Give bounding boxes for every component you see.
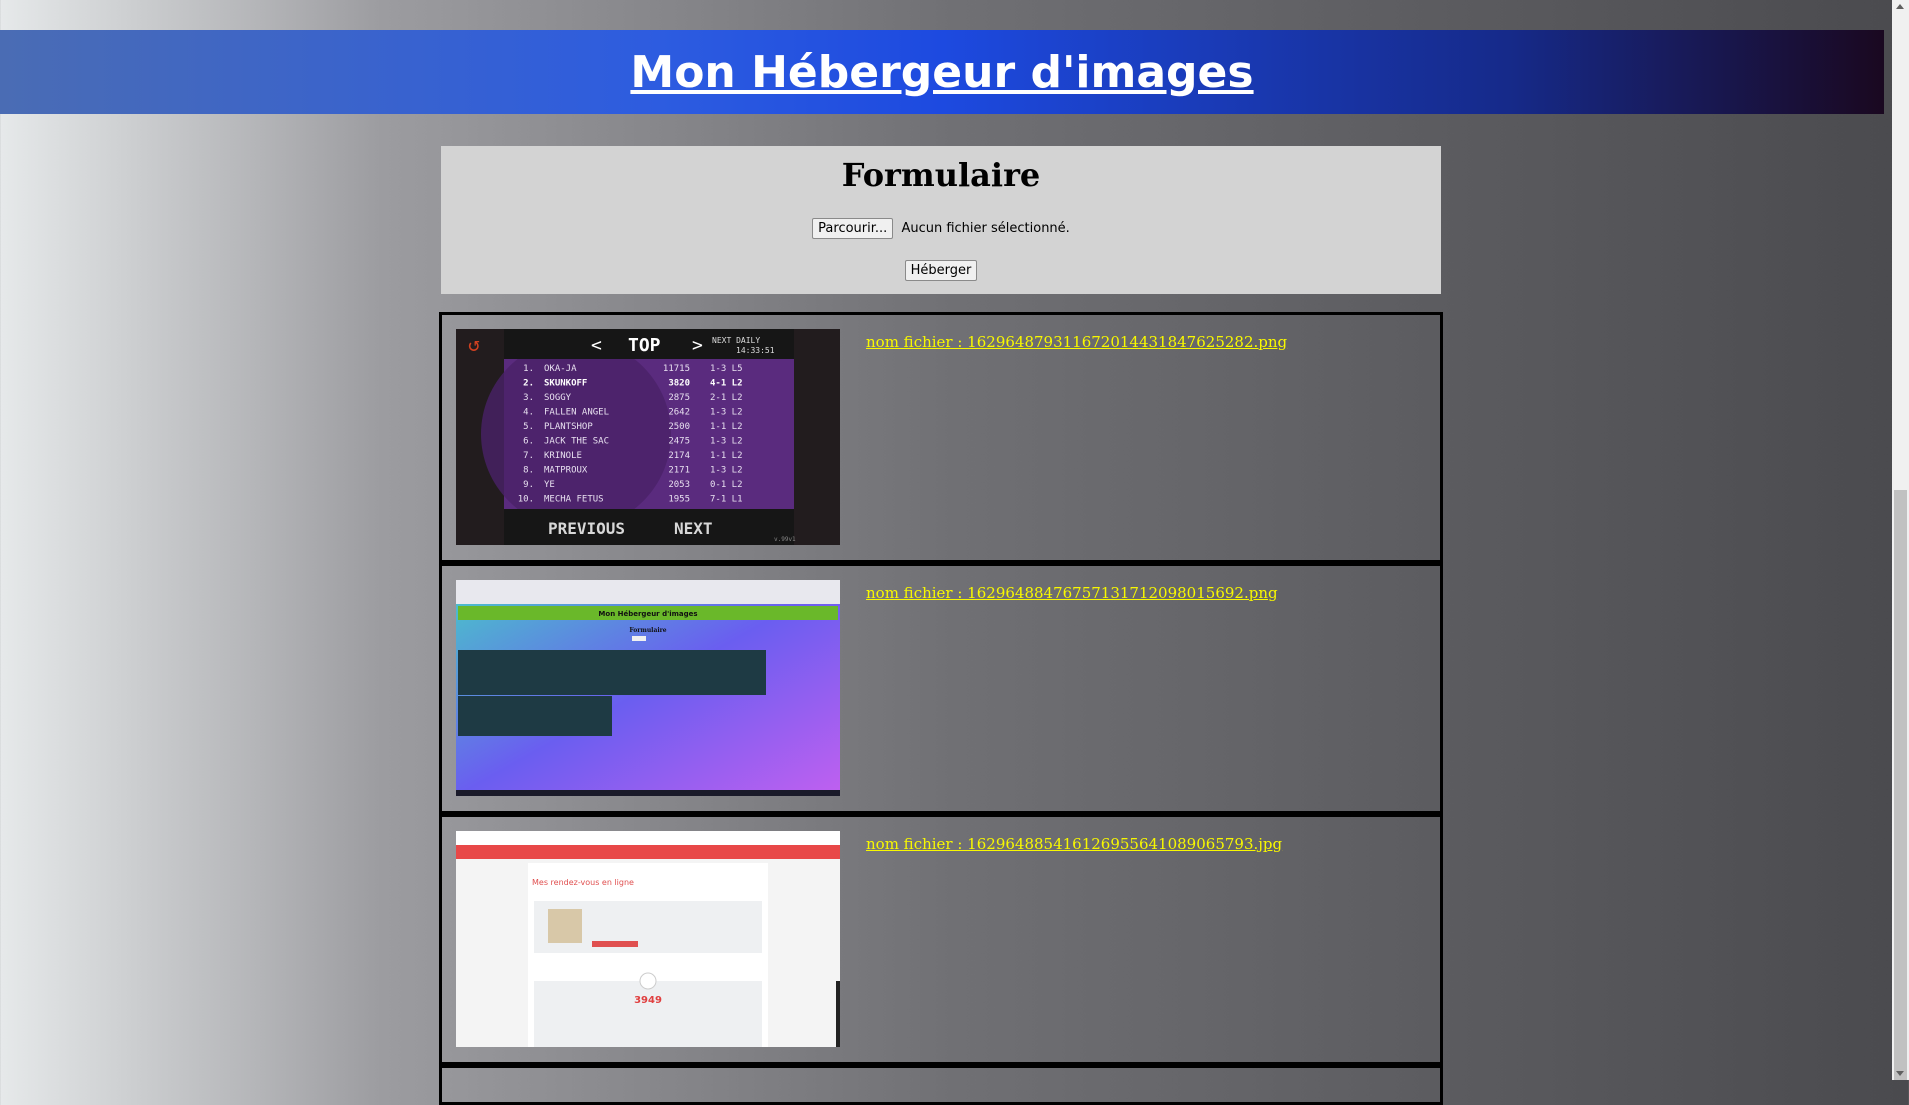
leaderboard-cell: 1955 [668,495,690,505]
back-arrow-icon: ↺ [468,332,480,356]
leaderboard-cell: 4-1 L2 [710,379,743,389]
leaderboard-cell: MATPROUX [544,466,588,476]
svg-text:>: > [692,335,703,356]
site-header: Mon Hébergeur d'images [0,30,1884,114]
site-title-link[interactable]: Mon Hébergeur d'images [630,47,1253,98]
leaderboard-cell: 2. [523,379,534,389]
thumbnail-appointment-page: Mes rendez-vous en ligne 3949 [456,831,840,1047]
leaderboard-cell: 10. [518,495,534,505]
image-entry: Mes rendez-vous en ligne 3949 nom fichie… [439,814,1443,1065]
image-entry: Mon Hébergeur d'images Formulaire nom fi… [439,563,1443,814]
leaderboard-cell: 2875 [668,393,690,403]
host-button[interactable]: Héberger [904,260,978,281]
scrollbar-thumb[interactable] [1894,490,1907,1080]
svg-text:TOP: TOP [628,335,661,356]
filename-link[interactable]: nom fichier : 16296488476757131712098015… [866,584,1278,602]
vertical-scrollbar[interactable] [1892,0,1909,1080]
image-list: ↺ < TOP > NEXT DAILY 14:33:51 1. OKA-JA 11… [439,312,1443,1105]
leaderboard-cell: SKUNKOFF [544,379,587,389]
leaderboard-cell: 1-1 L2 [710,451,743,461]
filename-link[interactable]: nom fichier : 16296487931167201443184762… [866,333,1287,351]
svg-text:Mes rendez-vous en ligne: Mes rendez-vous en ligne [532,878,634,887]
leaderboard-cell: 3. [523,393,534,403]
leaderboard-cell: 2475 [668,437,690,447]
svg-text:Formulaire: Formulaire [629,627,666,634]
leaderboard-cell: OKA-JA [544,364,577,374]
leaderboard-cell: FALLEN ANGEL [544,408,609,418]
thumbnail-game-leaderboard: ↺ < TOP > NEXT DAILY 14:33:51 1. OKA-JA 11… [456,329,840,545]
image-entry: ↺ < TOP > NEXT DAILY 14:33:51 1. OKA-JA 11… [439,312,1443,563]
svg-text:Mon Hébergeur d'images: Mon Hébergeur d'images [598,610,697,618]
leaderboard-cell: JACK THE SAC [544,437,609,447]
svg-text:3949: 3949 [634,995,662,1006]
svg-text:PREVIOUS: PREVIOUS [548,519,625,538]
leaderboard-cell: 1-1 L2 [710,422,743,432]
leaderboard-cell: 2642 [668,408,690,418]
leaderboard-cell: 8. [523,466,534,476]
leaderboard-cell: 7. [523,451,534,461]
leaderboard-cell: 4. [523,408,534,418]
leaderboard-cell: 2171 [668,466,690,476]
leaderboard-cell: 1-3 L5 [710,364,743,374]
leaderboard-cell: 9. [523,480,534,490]
leaderboard-cell: 2-1 L2 [710,393,743,403]
leaderboard-cell: 2174 [668,451,690,461]
leaderboard-cell: 0-1 L2 [710,480,743,490]
scroll-up-icon[interactable] [1896,4,1904,9]
scroll-down-icon[interactable] [1896,1071,1904,1076]
leaderboard-cell: 1-3 L2 [710,437,743,447]
submit-row: Héberger [441,259,1441,281]
image-entry [439,1065,1443,1105]
leaderboard-cell: 1. [523,364,534,374]
leaderboard-cell: 2500 [668,422,690,432]
image-thumbnail[interactable]: Mes rendez-vous en ligne 3949 [456,831,840,1047]
leaderboard-cell: 3820 [668,379,690,389]
form-title: Formulaire [841,156,1041,194]
leaderboard-cell: 5. [523,422,534,432]
thumbnail-site-screenshot: Mon Hébergeur d'images Formulaire [456,580,840,796]
leaderboard-cell: 1-3 L2 [710,466,743,476]
svg-text:14:33:51: 14:33:51 [736,346,775,355]
filename-link[interactable]: nom fichier : 16296488541612695564108906… [866,835,1282,853]
leaderboard-cell: PLANTSHOP [544,422,593,432]
leaderboard-cell: 2053 [668,480,690,490]
browse-button[interactable]: Parcourir... [812,218,894,239]
svg-text:NEXT: NEXT [674,519,713,538]
leaderboard-cell: KRINOLE [544,451,582,461]
upload-form: Formulaire Parcourir... Aucun fichier sé… [441,146,1441,294]
image-thumbnail[interactable]: ↺ < TOP > NEXT DAILY 14:33:51 1. OKA-JA 11… [456,329,840,545]
leaderboard-cell: 11715 [663,364,690,374]
leaderboard-cell: SOGGY [544,393,572,403]
svg-text:v.99v1: v.99v1 [774,536,796,543]
file-input-row: Parcourir... Aucun fichier sélectionné. [441,218,1441,239]
leaderboard-cell: 6. [523,437,534,447]
leaderboard-cell: MECHA FETUS [544,495,604,505]
leaderboard-cell: YE [544,480,555,490]
svg-text:NEXT DAILY: NEXT DAILY [712,336,760,345]
leaderboard-cell: 7-1 L1 [710,495,743,505]
file-status-text: Aucun fichier sélectionné. [901,221,1070,236]
image-thumbnail[interactable]: Mon Hébergeur d'images Formulaire [456,580,840,796]
svg-text:<: < [591,335,602,356]
leaderboard-cell: 1-3 L2 [710,408,743,418]
